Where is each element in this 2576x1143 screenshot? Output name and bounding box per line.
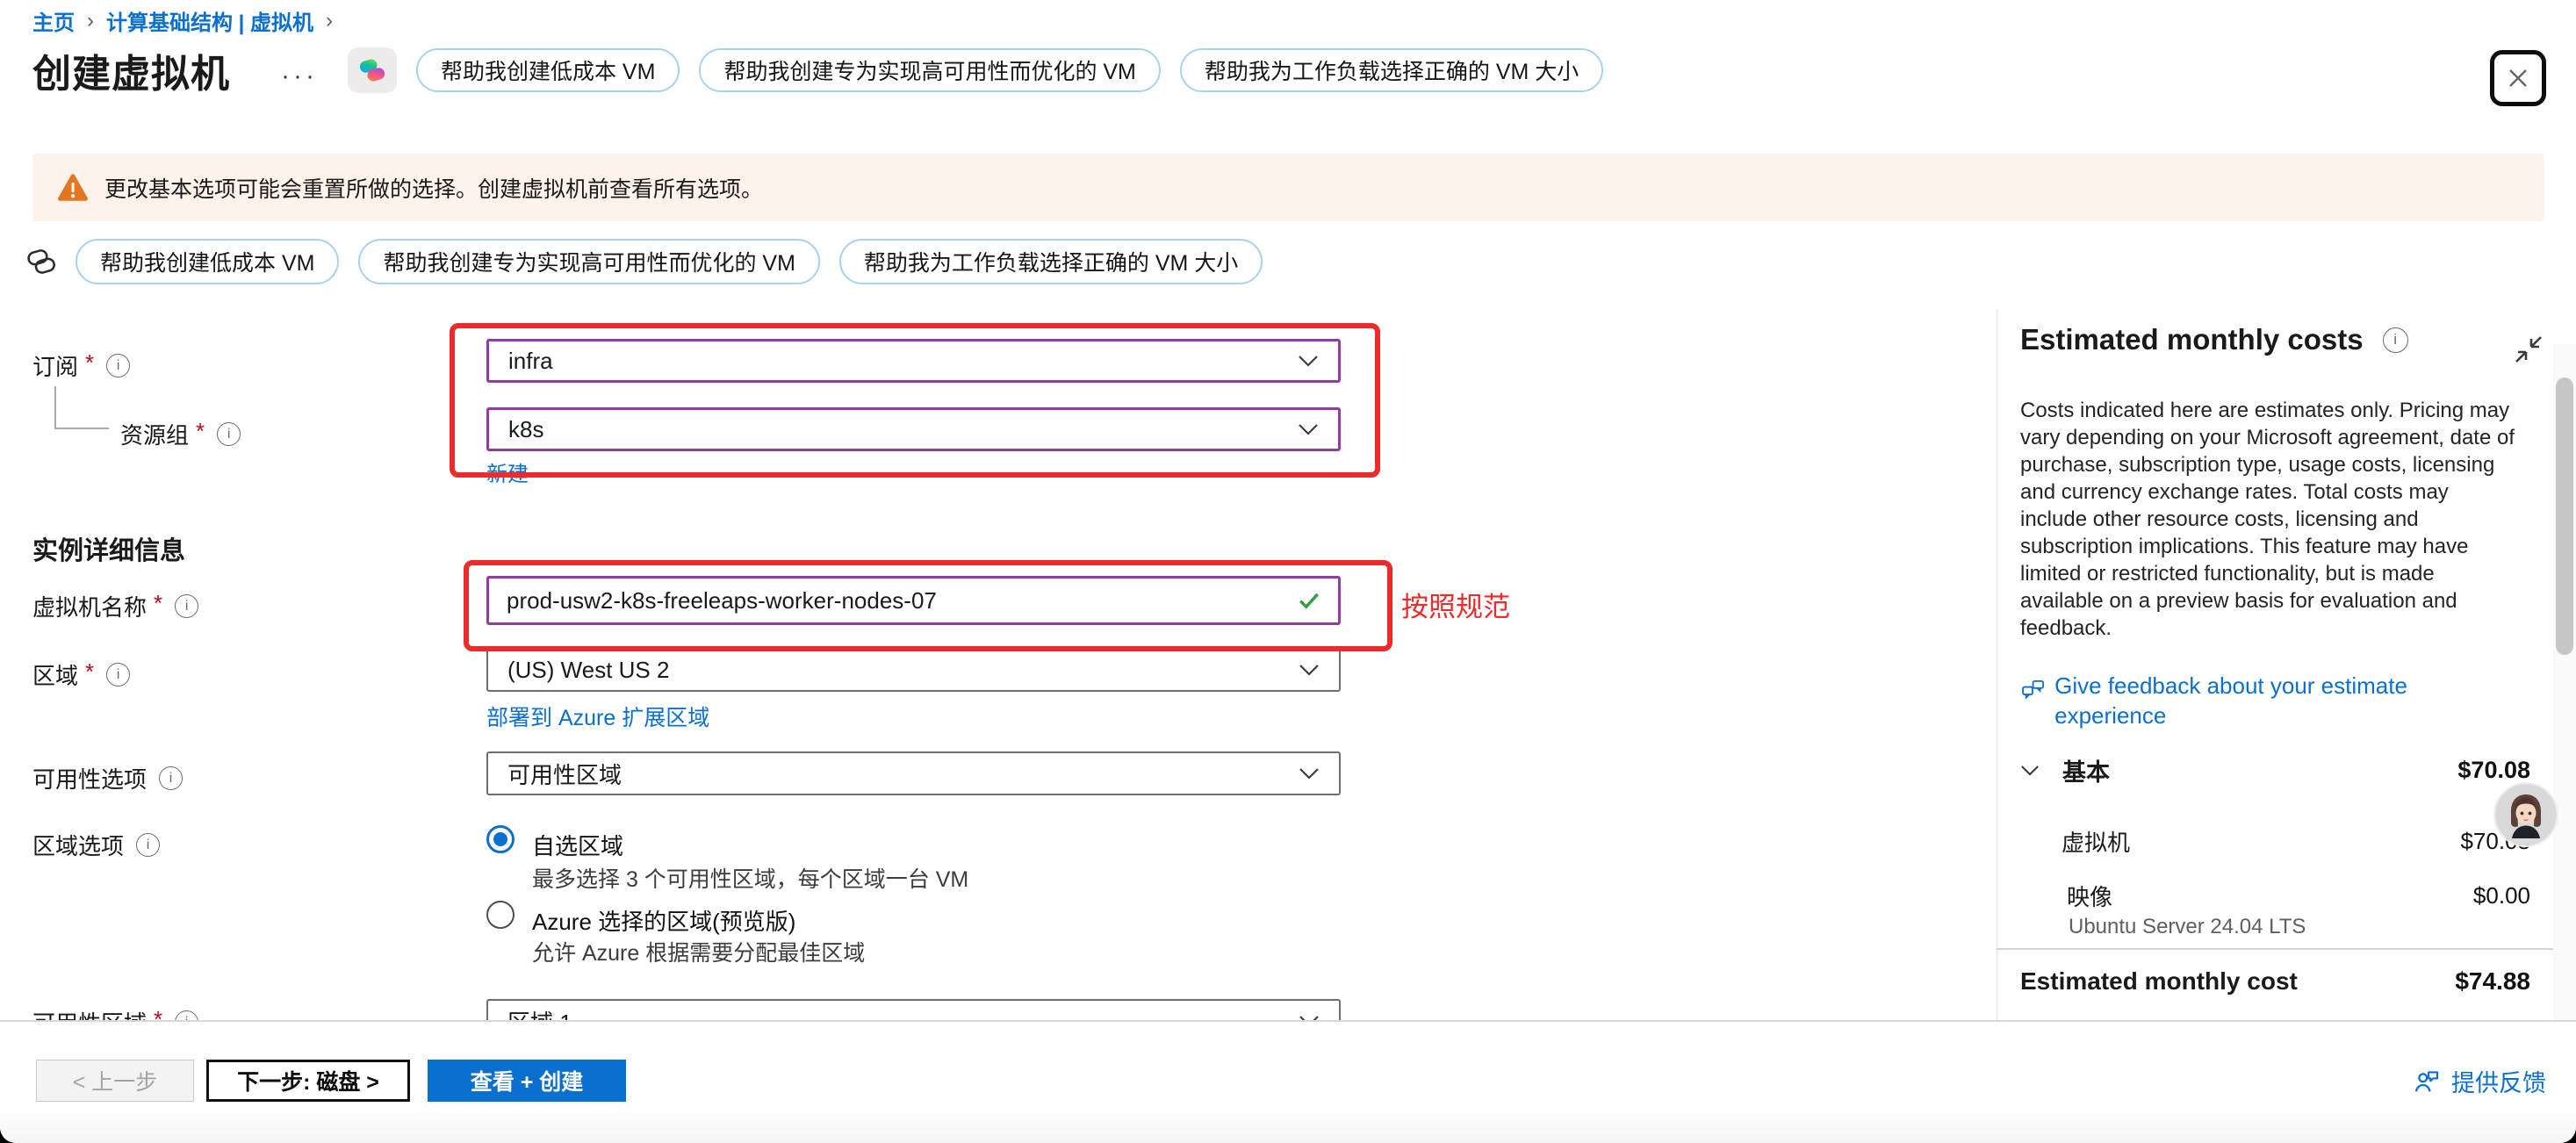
warning-text: 更改基本选项可能会重置所做的选择。创建虚拟机前查看所有选项。 [104,172,763,204]
copilot-suggestion-low-cost-button[interactable]: 帮助我创建低成本 VM [76,239,339,284]
availability-options-value: 可用性区域 [507,758,622,790]
estimate-feedback-text: Give feedback about your estimate experi… [2054,671,2512,730]
section-title-instance-details: 实例详细信息 [32,530,185,567]
cost-total-amount: $74.88 [2455,967,2530,996]
copilot-button[interactable] [348,47,397,93]
avatar-image [2495,784,2557,845]
cost-group-amount: $70.08 [2457,757,2530,784]
cost-panel-title: Estimated monthly costs [2020,323,2364,356]
required-marker: * [196,418,205,445]
info-icon[interactable]: i [217,422,241,446]
subscription-dropdown[interactable]: infra [486,339,1341,383]
info-icon[interactable]: i [106,663,130,687]
cost-panel-description: Costs indicated here are estimates only.… [2020,397,2519,642]
tree-connector-vertical [54,386,56,428]
radio-azure-selected-zone[interactable] [486,901,514,929]
cost-group-row[interactable]: 基本 $70.08 [2020,753,2530,787]
deploy-edge-zone-link[interactable]: 部署到 Azure 扩展区域 [486,701,709,732]
copilot-icon [356,54,389,87]
create-vm-page: 主页 › 计算基础结构 | 虚拟机 › 创建虚拟机 ··· 帮助我创建低成本 V… [0,0,2576,1143]
availability-options-dropdown[interactable]: 可用性区域 [486,751,1341,795]
resource-group-label: 资源组* i [120,418,241,450]
chevron-right-icon: › [326,9,333,33]
feedback-bubbles-icon [2020,676,2046,702]
radio-azure-selected-zone-label[interactable]: Azure 选择的区域(预览版) [532,904,795,937]
copilot-suggestion-high-availability-button[interactable]: 帮助我创建专为实现高可用性而优化的 VM [699,48,1160,92]
info-icon[interactable]: i [175,594,198,618]
required-marker: * [154,590,162,617]
chevron-down-icon [2020,765,2040,777]
chevron-down-icon [1298,423,1319,436]
page-title: 创建虚拟机 [32,42,230,98]
more-options-button[interactable]: ··· [281,60,318,81]
warning-icon [57,173,89,202]
availability-options-label: 可用性选项 i [32,762,183,794]
resource-group-value: k8s [508,416,543,443]
create-new-resource-group-link[interactable]: 新建 [486,456,529,487]
close-button[interactable] [2490,50,2546,106]
cost-item-image-amount: $0.00 [2473,882,2530,909]
info-icon[interactable]: i [136,833,160,857]
chevron-down-icon [1299,664,1320,677]
estimate-feedback-link[interactable]: Give feedback about your estimate experi… [2020,671,2512,730]
review-create-button[interactable]: 查看 + 创建 [428,1060,626,1102]
breadcrumb: 主页 › 计算基础结构 | 虚拟机 › [32,5,333,36]
vm-name-input[interactable]: prod-usw2-k8s-freeleaps-worker-nodes-07 [486,576,1341,625]
annotation-note: 按照规范 [1401,585,1510,624]
zone-options-label: 区域选项 i [32,829,160,861]
cost-total-row: Estimated monthly cost $74.88 [2020,967,2530,996]
breadcrumb-section-link[interactable]: 计算基础结构 | 虚拟机 [106,5,313,36]
cost-total-divider [1997,948,2555,950]
cost-item-vm-name: 虚拟机 [2062,825,2130,858]
scrollbar-thumb[interactable] [2556,377,2573,655]
radio-self-selected-zone-label[interactable]: 自选区域 [532,829,623,861]
info-icon[interactable]: i [106,354,130,377]
previous-step-button[interactable]: < 上一步 [36,1060,194,1102]
cost-panel-title-row: Estimated monthly costs i [2020,323,2408,356]
vm-name-label: 虚拟机名称* i [32,590,198,622]
required-marker: * [85,349,94,377]
subscription-value: infra [508,348,553,375]
radio-self-selected-zone[interactable] [486,825,514,853]
radio-azure-selected-zone-desc: 允许 Azure 根据需要分配最佳区域 [532,936,865,967]
vm-name-value: prod-usw2-k8s-freeleaps-worker-nodes-07 [507,587,937,615]
cost-item-image-name: 映像 [2067,880,2112,912]
resource-group-dropdown[interactable]: k8s [486,407,1341,451]
page-header: 创建虚拟机 ··· 帮助我创建低成本 VM 帮助我创建专为实现高可用性而优化的 … [32,40,1603,100]
chevron-down-icon [1298,355,1319,368]
required-marker: * [85,658,94,686]
avatar[interactable] [2495,784,2557,845]
cost-total-label: Estimated monthly cost [2020,967,2298,996]
cost-item-image-subtitle: Ubuntu Server 24.04 LTS [2069,915,2306,939]
close-icon [2505,65,2531,91]
wizard-footer: < 上一步 下一步: 磁盘 > 查看 + 创建 提供反馈 [0,1020,2576,1143]
valid-check-icon [1298,591,1320,610]
copilot-suggestion-right-size-button[interactable]: 帮助我为工作负载选择正确的 VM 大小 [1180,48,1603,92]
region-dropdown[interactable]: (US) West US 2 [486,648,1341,692]
info-icon[interactable]: i [2383,327,2408,353]
region-value: (US) West US 2 [507,657,669,684]
copilot-suggestion-high-availability-button[interactable]: 帮助我创建专为实现高可用性而优化的 VM [358,239,819,284]
copilot-outline-icon [23,243,60,280]
give-feedback-label: 提供反馈 [2451,1064,2546,1098]
subscription-label: 订阅* i [32,349,130,382]
tree-connector-horizontal [54,428,109,429]
give-feedback-link[interactable]: 提供反馈 [2411,1064,2546,1098]
copilot-suggestion-low-cost-button[interactable]: 帮助我创建低成本 VM [416,48,680,92]
feedback-person-icon [2411,1067,2443,1096]
radio-self-selected-zone-desc: 最多选择 3 个可用性区域，每个区域一台 VM [532,862,968,894]
breadcrumb-home-link[interactable]: 主页 [32,5,75,36]
cost-group-name: 基本 [2062,753,2110,787]
chevron-right-icon: › [87,9,94,33]
cost-item-vm-row: 虚拟机 $70.08 [2062,825,2530,858]
copilot-suggestions-row: 帮助我创建低成本 VM 帮助我创建专为实现高可用性而优化的 VM 帮助我为工作负… [23,238,1263,284]
warning-banner: 更改基本选项可能会重置所做的选择。创建虚拟机前查看所有选项。 [32,154,2544,221]
cost-item-image-row: 映像 $0.00 [2067,880,2530,912]
chevron-down-icon [1299,767,1320,780]
region-label: 区域* i [32,658,130,691]
copilot-suggestion-right-size-button[interactable]: 帮助我为工作负载选择正确的 VM 大小 [839,239,1263,284]
collapse-panel-icon[interactable] [2509,330,2548,369]
info-icon[interactable]: i [159,766,183,790]
next-step-disks-button[interactable]: 下一步: 磁盘 > [206,1060,410,1102]
